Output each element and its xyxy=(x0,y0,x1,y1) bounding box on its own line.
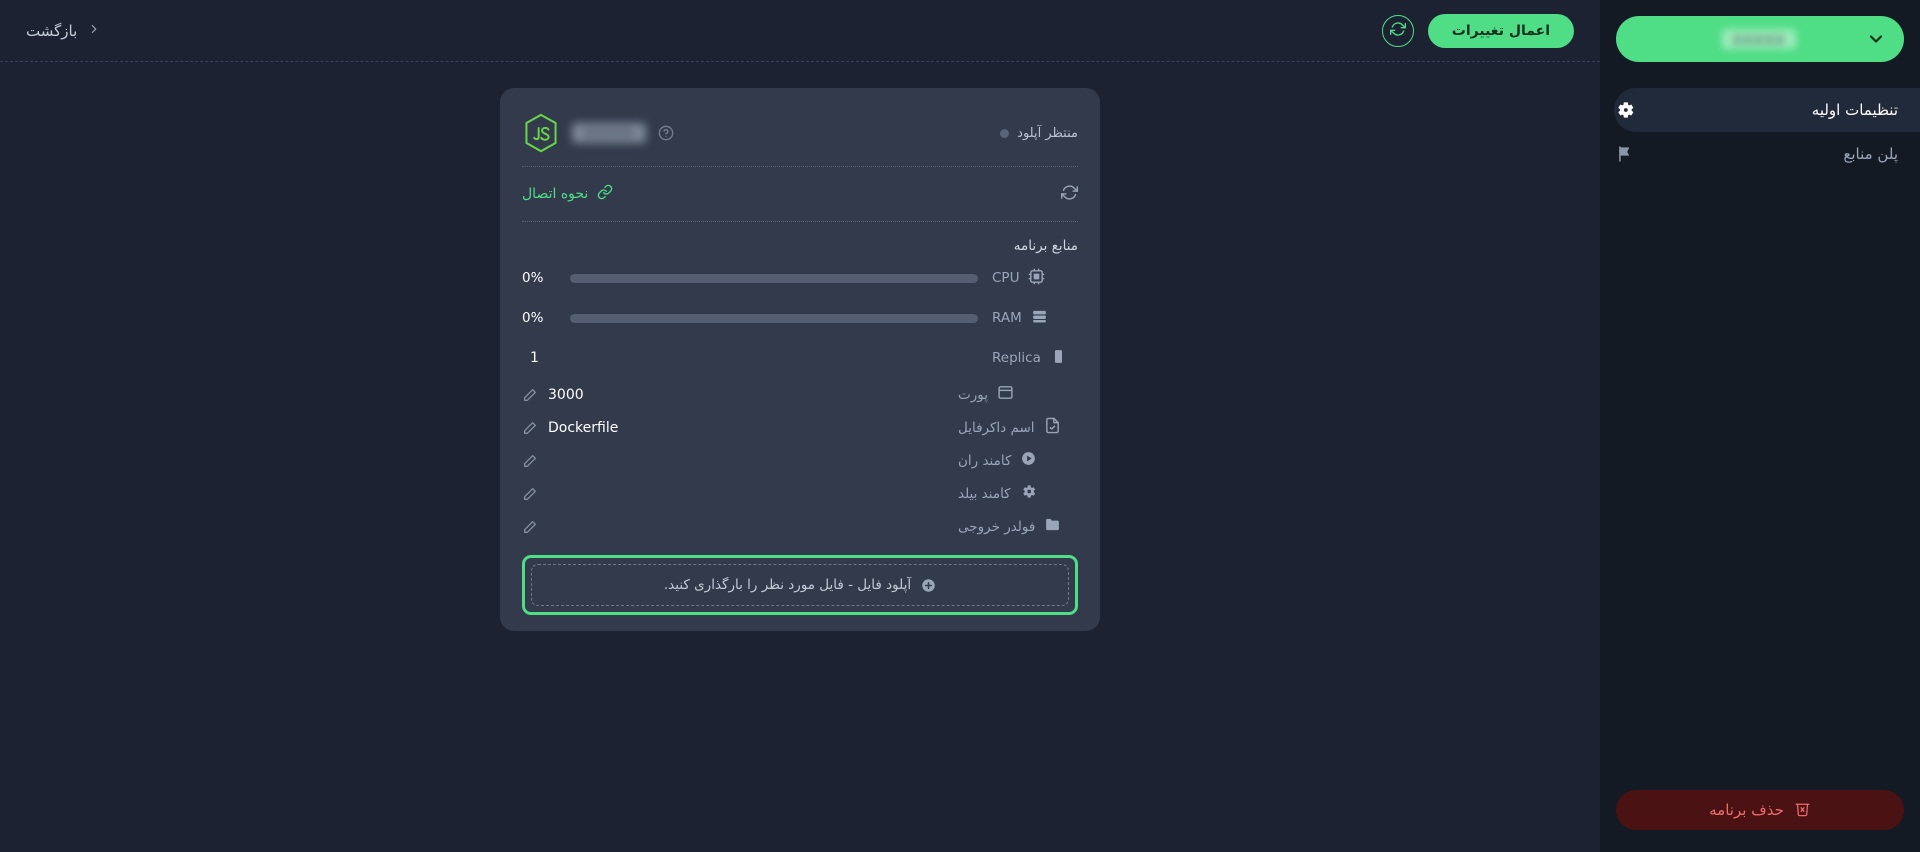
project-selector[interactable]: xxxxx xyxy=(1616,16,1904,62)
field-label-build-command: کامند بیلد xyxy=(958,483,1078,504)
connection-method-link[interactable]: نحوه اتصال xyxy=(522,184,613,204)
edit-pencil-icon[interactable] xyxy=(522,453,538,469)
app-settings-card: منتظر آپلود xxxxx نحوه اتصال منابع برنام… xyxy=(500,88,1100,631)
connection-method-label: نحوه اتصال xyxy=(522,186,589,202)
sidebar-item-label: تنظیمات اولیه xyxy=(1811,101,1898,119)
trash-x-icon xyxy=(1794,800,1811,821)
ram-progress-track xyxy=(570,313,978,323)
gear-icon xyxy=(1614,99,1636,121)
sidebar: xxxxx تنظیمات اولیه پلن منابع حذف برنامه xyxy=(1600,0,1920,852)
sidebar-item-label: پلن منابع xyxy=(1843,145,1898,163)
card-header: منتظر آپلود xxxxx xyxy=(522,106,1078,160)
resource-meter-cpu: CPU 0% xyxy=(522,258,1078,298)
resource-label-ram: RAM xyxy=(992,308,1078,329)
question-circle-icon[interactable] xyxy=(658,125,674,141)
field-label-run-command: کامند ران xyxy=(958,450,1078,471)
main-content: اعمال تغییرات بازگشت منتظر آپلود xxxxx ن… xyxy=(0,0,1600,852)
breadcrumb: بازگشت xyxy=(26,22,101,40)
card-area: منتظر آپلود xxxxx نحوه اتصال منابع برنام… xyxy=(0,62,1600,631)
cpu-value: 0% xyxy=(522,270,544,286)
field-label-port-text: پورت xyxy=(958,386,988,403)
connection-refresh-icon[interactable] xyxy=(1061,184,1078,205)
field-label-port: پورت xyxy=(958,384,1078,405)
edit-pencil-icon[interactable] xyxy=(522,519,538,535)
apply-changes-button[interactable]: اعمال تغییرات xyxy=(1427,13,1574,48)
status-label: منتظر آپلود xyxy=(1017,125,1078,141)
field-row-port: پورت 3000 xyxy=(522,378,1078,411)
resource-replica-row: Replica 1 xyxy=(522,338,1078,378)
top-bar: اعمال تغییرات بازگشت xyxy=(0,0,1600,62)
edit-pencil-icon[interactable] xyxy=(522,387,538,403)
resource-label-cpu-text: CPU xyxy=(992,270,1020,286)
chevron-down-icon xyxy=(1866,29,1886,49)
field-label-build-command-text: کامند بیلد xyxy=(958,485,1011,502)
play-circle-icon xyxy=(1020,450,1037,471)
ram-icon xyxy=(1031,308,1048,329)
delete-app-button[interactable]: حذف برنامه xyxy=(1616,790,1904,830)
field-label-dockerfile-text: اسم داکرفایل xyxy=(958,419,1035,436)
sidebar-item-resource-plan[interactable]: پلن منابع xyxy=(1614,132,1920,176)
status-badge: منتظر آپلود xyxy=(1000,126,1078,141)
file-check-icon xyxy=(1044,417,1061,438)
ram-value: 0% xyxy=(522,310,544,326)
link-icon xyxy=(597,184,613,204)
field-label-output-folder: فولدر خروجی xyxy=(958,516,1078,537)
field-value-dockerfile: Dockerfile xyxy=(548,419,619,436)
field-row-build-command: کامند بیلد xyxy=(522,477,1078,510)
resource-label-cpu: CPU xyxy=(992,268,1078,289)
cpu-icon xyxy=(1028,268,1045,289)
sidebar-item-initial-settings[interactable]: تنظیمات اولیه xyxy=(1614,88,1920,132)
upload-dropzone-label: آپلود فایل - فایل مورد نظر را بارگذاری ک… xyxy=(663,577,912,593)
status-dot-icon xyxy=(1000,128,1010,138)
back-link[interactable]: بازگشت xyxy=(26,22,101,40)
edit-pencil-icon[interactable] xyxy=(522,486,538,502)
upload-dropzone[interactable]: آپلود فایل - فایل مورد نظر را بارگذاری ک… xyxy=(531,564,1069,606)
resource-label-replica: Replica xyxy=(992,348,1078,369)
field-row-dockerfile: اسم داکرفایل Dockerfile xyxy=(522,411,1078,444)
window-icon xyxy=(997,384,1014,405)
field-row-output-folder: فولدر خروجی xyxy=(522,510,1078,543)
field-label-output-folder-text: فولدر خروجی xyxy=(958,518,1036,535)
gear-icon xyxy=(1020,483,1037,504)
app-root: اعمال تغییرات بازگشت منتظر آپلود xxxxx ن… xyxy=(0,0,1920,852)
card-header-identity: xxxxx xyxy=(522,113,674,153)
field-label-dockerfile: اسم داکرفایل xyxy=(958,417,1078,438)
folder-icon xyxy=(1044,516,1061,537)
field-label-run-command-text: کامند ران xyxy=(958,452,1012,469)
replica-icon xyxy=(1050,348,1067,369)
edit-pencil-icon[interactable] xyxy=(522,420,538,436)
field-value-port: 3000 xyxy=(548,386,584,403)
resources-section-title: منابع برنامه xyxy=(1013,238,1078,254)
flag-icon xyxy=(1614,143,1636,165)
replica-value: 1 xyxy=(530,350,539,366)
back-link-label: بازگشت xyxy=(26,21,78,40)
chevron-left-icon xyxy=(87,22,101,40)
resource-label-ram-text: RAM xyxy=(992,310,1022,326)
refresh-button[interactable] xyxy=(1381,14,1414,47)
upload-dropzone-highlight: آپلود فایل - فایل مورد نظر را بارگذاری ک… xyxy=(522,555,1078,615)
nodejs-js-icon xyxy=(522,113,560,153)
separator xyxy=(522,221,1078,222)
refresh-icon xyxy=(1389,21,1406,41)
top-bar-actions: اعمال تغییرات xyxy=(1381,13,1574,48)
field-row-run-command: کامند ران xyxy=(522,444,1078,477)
app-name-redacted: xxxxx xyxy=(572,123,647,143)
resource-meter-ram: RAM 0% xyxy=(522,298,1078,338)
sidebar-nav: تنظیمات اولیه پلن منابع xyxy=(1600,88,1920,176)
cpu-progress-track xyxy=(570,273,978,283)
resource-label-replica-text: Replica xyxy=(992,350,1041,366)
separator xyxy=(522,166,1078,167)
plus-circle-icon xyxy=(921,578,936,593)
delete-app-label: حذف برنامه xyxy=(1709,801,1784,819)
connection-row: نحوه اتصال xyxy=(522,173,1078,215)
project-name-redacted: xxxxx xyxy=(1652,29,1866,49)
